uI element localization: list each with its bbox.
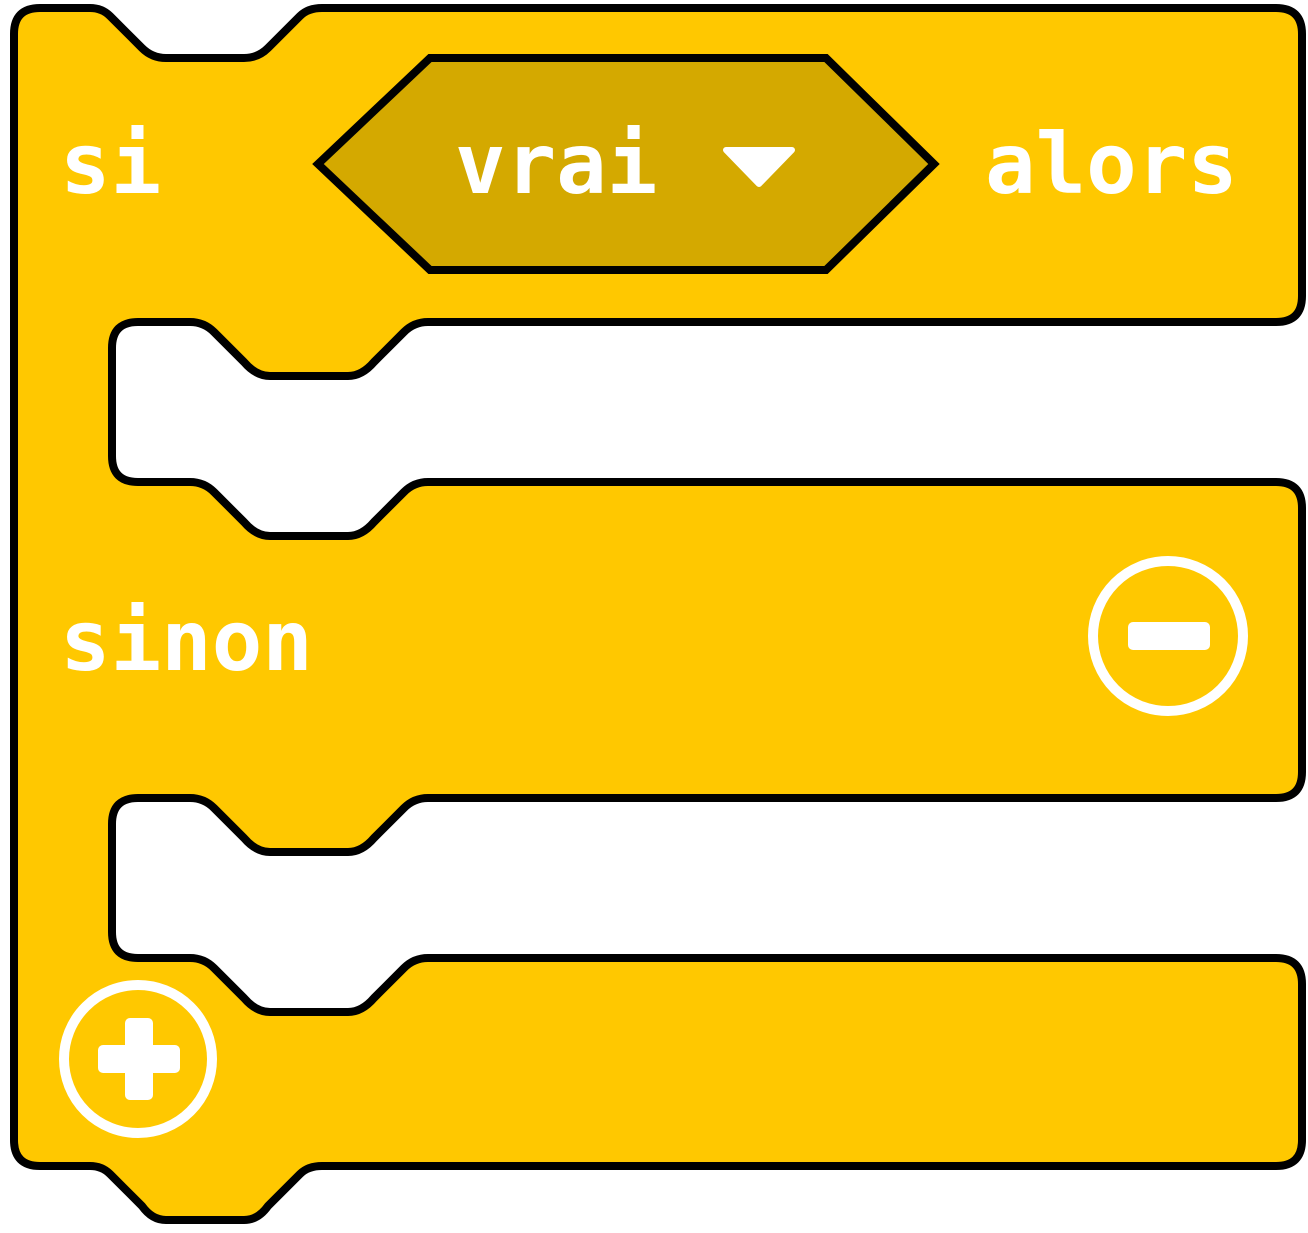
keyword-then-label: alors: [985, 115, 1238, 213]
workspace: si vrai alors sinon: [0, 0, 1308, 1228]
keyword-if-label: si: [60, 115, 161, 213]
condition-value: vrai: [455, 115, 657, 213]
then-statement-slot[interactable]: [150, 392, 1250, 462]
else-statement-slot[interactable]: [150, 868, 1250, 938]
if-else-block[interactable]: si vrai alors sinon: [0, 0, 1308, 1228]
keyword-else-label: sinon: [60, 592, 313, 690]
condition-dropdown[interactable]: vrai: [312, 54, 940, 274]
